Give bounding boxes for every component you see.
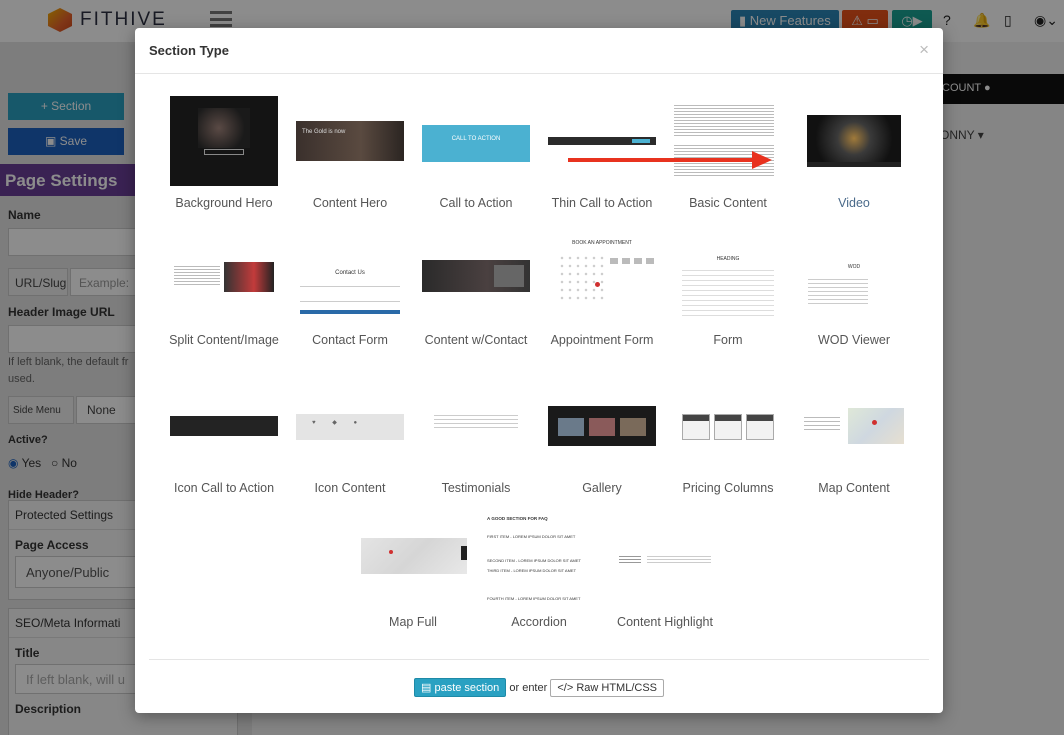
wod-thumb-text: WOD: [847, 264, 861, 270]
tile-label: Background Hero: [175, 196, 273, 210]
tile-label: Gallery: [582, 481, 622, 495]
call-to-action-thumb: CALL TO ACTION: [422, 96, 530, 186]
tile-split-content-image[interactable]: Split Content/Image: [165, 240, 283, 349]
tile-label: Content w/Contact: [424, 333, 528, 347]
raw-html-css-label: Raw HTML/CSS: [576, 682, 657, 694]
content-hero-thumb: The Gold is now: [296, 96, 404, 186]
tile-label: Basic Content: [689, 196, 767, 210]
tile-wod-viewer[interactable]: WOD WOD Viewer: [795, 240, 913, 349]
pointer-arrow-icon: [568, 151, 772, 169]
tile-icon-call-to-action[interactable]: Icon Call to Action: [165, 392, 283, 497]
modal-header: Section Type ×: [135, 28, 943, 74]
form-thumb: HEADING: [674, 240, 782, 320]
accordion-thumb-item-1: FIRST ITEM - LOREM IPSUM DOLOR SIT AMET: [487, 534, 576, 539]
content-highlight-thumb: [611, 512, 719, 604]
code-icon: </>: [557, 682, 574, 694]
tile-label: Appointment Form: [550, 333, 654, 347]
tile-content-w-contact[interactable]: Content w/Contact: [417, 240, 535, 349]
icon-cta-thumb: [170, 392, 278, 468]
map-full-thumb: [359, 512, 467, 604]
close-icon[interactable]: ×: [919, 40, 929, 60]
tile-label: Pricing Columns: [682, 481, 774, 495]
contact-form-thumb: Contact Us: [296, 240, 404, 320]
tile-label: Map Full: [389, 615, 437, 629]
testimonials-thumb: [422, 392, 530, 468]
contact-thumb-text: Contact Us: [335, 270, 365, 276]
tile-form[interactable]: HEADING Form: [669, 240, 787, 349]
icon-content-thumb: ♥ ◆ ●: [296, 392, 404, 468]
content-hero-thumb-text: The Gold is now: [302, 129, 346, 135]
tile-label: Thin Call to Action: [551, 196, 653, 210]
tile-contact-form[interactable]: Contact Us Contact Form: [291, 240, 409, 349]
paste-section-button[interactable]: ▤ paste section: [414, 678, 507, 697]
modal-title: Section Type: [149, 43, 229, 58]
tile-label: Contact Form: [312, 333, 388, 347]
tile-label: Video: [838, 196, 870, 210]
accordion-thumb-item-3: THIRD ITEM - LOREM IPSUM DOLOR SIT AMET: [487, 568, 577, 573]
basic-content-thumb: [674, 96, 782, 186]
modal-divider: [149, 659, 929, 660]
gallery-thumb: [548, 392, 656, 468]
pricing-thumb: [674, 392, 782, 468]
tile-background-hero[interactable]: Background Hero: [165, 96, 283, 212]
accordion-thumb-item-4: FOURTH ITEM - LOREM IPSUM DOLOR SIT AMET: [487, 596, 581, 601]
tile-accordion[interactable]: A GOOD SECTION FOR FAQ FIRST ITEM - LORE…: [480, 512, 598, 631]
cta-thumb-text: CALL TO ACTION: [451, 136, 501, 142]
appointment-thumb-text: BOOK AN APPOINTMENT: [572, 240, 632, 246]
tile-label: Split Content/Image: [169, 333, 279, 347]
tile-label: Testimonials: [441, 481, 511, 495]
section-type-modal: Section Type × Background Hero The Gold …: [135, 28, 943, 713]
accordion-thumb: A GOOD SECTION FOR FAQ FIRST ITEM - LORE…: [483, 512, 595, 604]
video-thumb: [800, 96, 908, 186]
tile-label: WOD Viewer: [817, 333, 890, 347]
tile-map-content[interactable]: Map Content: [795, 392, 913, 497]
paste-section-label: paste section: [434, 682, 500, 694]
map-content-thumb: [800, 392, 908, 468]
accordion-thumb-item-2: SECOND ITEM - LOREM IPSUM DOLOR SIT AMET: [487, 558, 581, 563]
appointment-thumb: BOOK AN APPOINTMENT: [548, 240, 656, 320]
split-content-thumb: [170, 240, 278, 320]
accordion-thumb-title: A GOOD SECTION FOR FAQ: [487, 516, 548, 521]
tile-label: Form: [713, 333, 743, 347]
tile-icon-content[interactable]: ♥ ◆ ● Icon Content: [291, 392, 409, 497]
tile-label: Icon Call to Action: [173, 481, 275, 495]
tile-content-hero[interactable]: The Gold is now Content Hero: [291, 96, 409, 212]
raw-html-css-button[interactable]: </> Raw HTML/CSS: [550, 679, 664, 697]
tile-content-highlight[interactable]: Content Highlight: [606, 512, 724, 631]
tile-label: Accordion: [511, 615, 567, 629]
form-thumb-text: HEADING: [716, 256, 740, 262]
background-hero-thumb: [170, 96, 278, 186]
tile-label: Content Highlight: [617, 615, 713, 629]
clipboard-icon: ▤: [421, 682, 432, 694]
tile-pricing-columns[interactable]: Pricing Columns: [669, 392, 787, 497]
tile-call-to-action[interactable]: CALL TO ACTION Call to Action: [417, 96, 535, 212]
tile-testimonials[interactable]: Testimonials: [417, 392, 535, 497]
tile-gallery[interactable]: Gallery: [543, 392, 661, 497]
tile-video-selected[interactable]: Video: [795, 85, 913, 231]
tile-label: Content Hero: [312, 196, 388, 210]
content-contact-thumb: [422, 240, 530, 320]
wod-thumb: WOD: [800, 240, 908, 320]
modal-footer: ▤ paste section or enter </> Raw HTML/CS…: [135, 678, 943, 697]
tile-map-full[interactable]: Map Full: [354, 512, 472, 631]
tile-label: Icon Content: [314, 481, 386, 495]
thin-cta-thumb: [548, 96, 656, 186]
tile-appointment-form[interactable]: BOOK AN APPOINTMENT Appointment Form: [543, 240, 661, 349]
tile-label: Call to Action: [439, 196, 513, 210]
tile-label: Map Content: [818, 481, 890, 495]
or-enter-text: or enter: [509, 682, 548, 694]
